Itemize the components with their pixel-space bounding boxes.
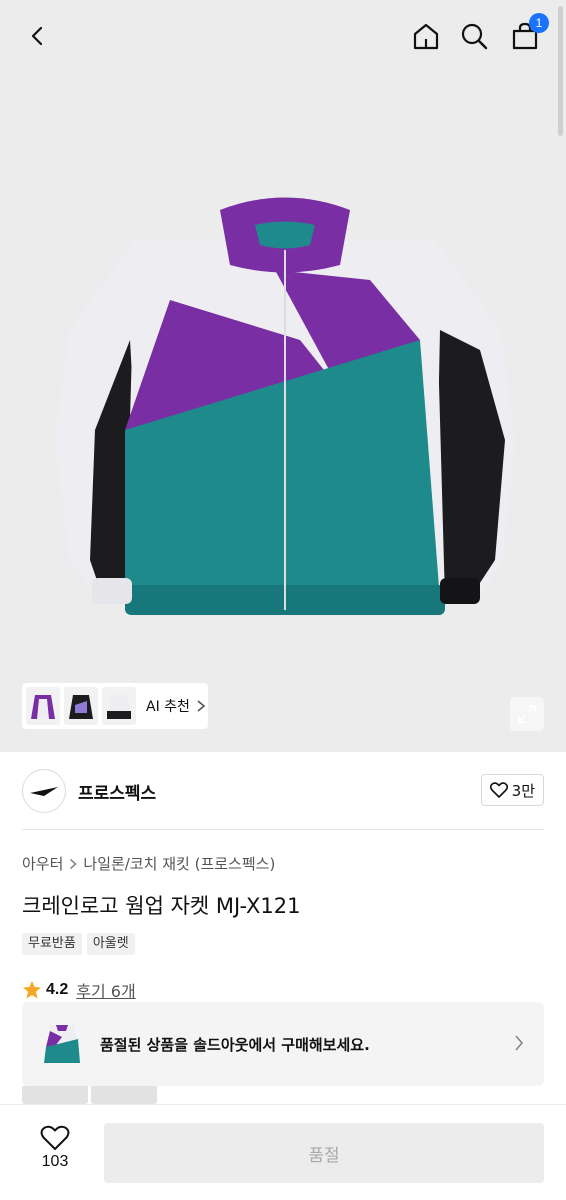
chevron-right-icon: [515, 1035, 524, 1051]
option-chip-peek: [91, 1086, 157, 1104]
wishlist-button[interactable]: 103: [24, 1125, 86, 1181]
wishlist-count: 103: [41, 1153, 69, 1170]
reviews-link[interactable]: 후기 6개: [76, 978, 135, 1002]
rating-row: 4.2 후기 6개: [22, 978, 136, 1002]
brand-row: 프로스펙스 3만: [22, 768, 544, 814]
home-icon: [413, 23, 439, 50]
brand-name[interactable]: 프로스펙스: [78, 779, 156, 804]
brand-logo[interactable]: [22, 769, 66, 813]
brand-like-count: 3만: [511, 781, 535, 800]
home-button[interactable]: [404, 14, 448, 58]
option-chip-peek: [22, 1086, 88, 1104]
tag-free-return: 무료반품: [22, 933, 82, 955]
search-icon: [461, 23, 488, 50]
soldout-banner-text: 품절된 상품을 솔드아웃에서 구매해보세요.: [100, 1035, 370, 1054]
cart-count-badge: 1: [529, 13, 549, 33]
brand-swoosh-icon: [30, 787, 58, 796]
cart-button[interactable]: 1: [503, 13, 549, 58]
ai-thumb-3: [102, 687, 136, 725]
back-button[interactable]: [16, 14, 60, 58]
chevron-right-icon: [70, 858, 77, 869]
heart-icon: [40, 1125, 70, 1150]
breadcrumb-subcategory[interactable]: 나일론/코치 재킷 (프로스펙스): [83, 853, 275, 874]
product-tags: 무료반품 아울렛: [22, 933, 135, 955]
ai-thumb-2: [64, 687, 98, 725]
soldout-banner[interactable]: 품절된 상품을 솔드아웃에서 구매해보세요.: [22, 1002, 544, 1086]
heart-icon: [489, 782, 508, 798]
breadcrumb-category[interactable]: 아우터: [22, 853, 63, 874]
chevron-left-icon: [31, 26, 43, 46]
product-title: 크레인로고 웜업 자켓 MJ-X121: [22, 894, 301, 918]
soldout-button[interactable]: 품절: [104, 1123, 544, 1183]
rating-value: 4.2: [46, 981, 69, 998]
chevron-right-icon: [197, 700, 206, 712]
divider: [22, 829, 544, 830]
ai-recommend-chip[interactable]: AI 추천: [22, 683, 208, 729]
brand-like-button[interactable]: 3만: [480, 774, 544, 806]
tag-outlet: 아울렛: [86, 933, 135, 955]
soldout-thumbnail: [40, 1019, 84, 1069]
product-image-area[interactable]: 1 AI 추천: [0, 0, 566, 752]
product-image-jacket: [55, 197, 515, 615]
expand-icon: [518, 705, 536, 723]
top-navigation-bar: 1: [0, 0, 566, 76]
ai-recommend-label: AI 추천: [146, 699, 190, 715]
star-icon: [23, 981, 41, 999]
expand-image-button[interactable]: [510, 697, 544, 731]
breadcrumb: 아우터 나일론/코치 재킷 (프로스펙스): [22, 853, 275, 874]
ai-thumb-1: [26, 687, 60, 725]
bottom-action-bar: 103 품절: [0, 1104, 566, 1200]
search-button[interactable]: [452, 14, 496, 58]
